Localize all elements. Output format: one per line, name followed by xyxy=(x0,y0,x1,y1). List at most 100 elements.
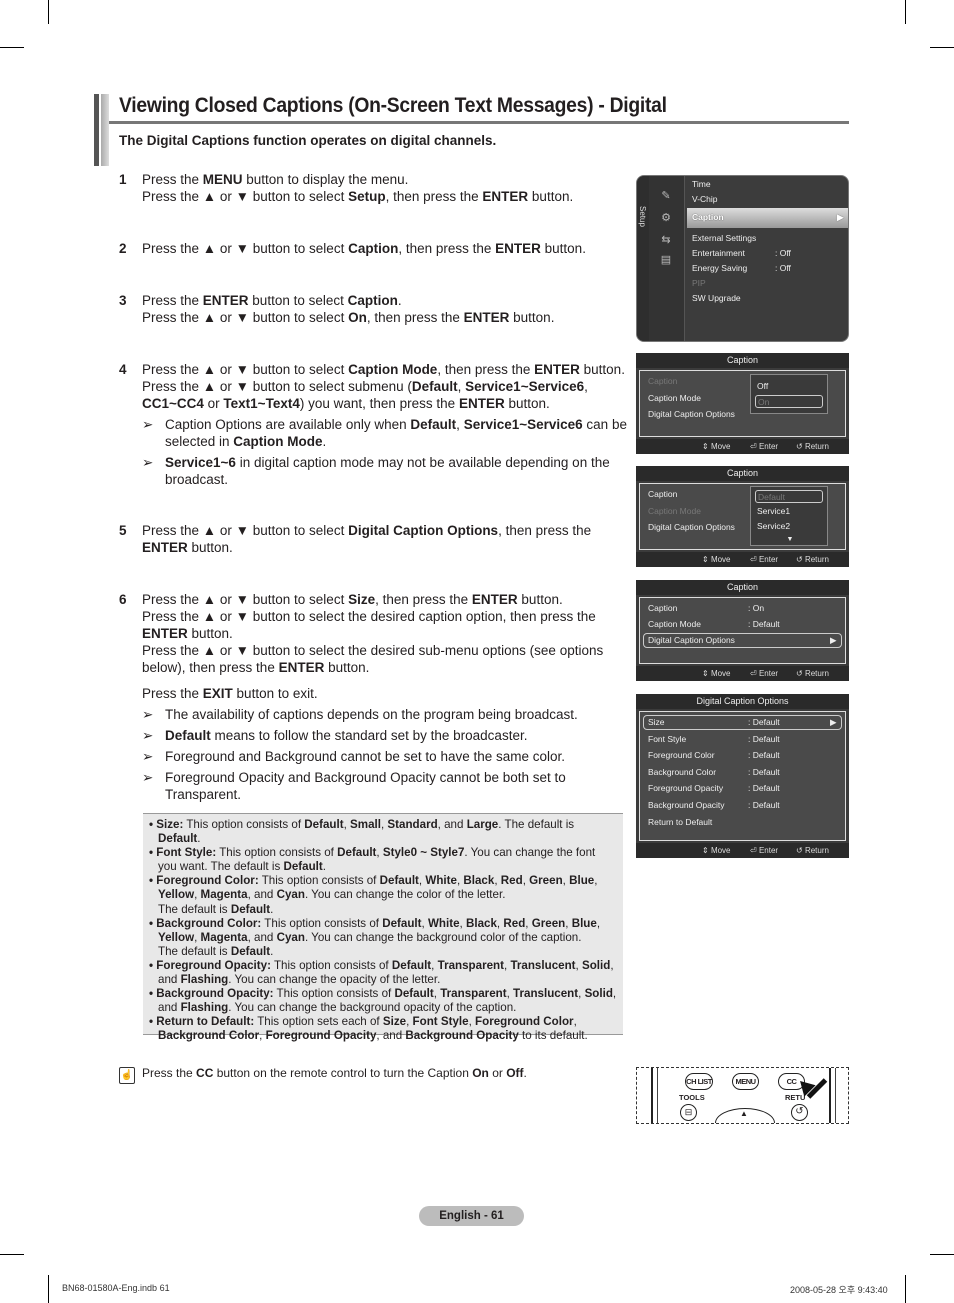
remote-hand-icon: ☝ xyxy=(119,1067,135,1084)
note: ➢ Default means to follow the standard se… xyxy=(142,728,528,743)
return-button[interactable]: ↺ xyxy=(791,1104,808,1121)
step-line: Press the ▲ or ▼ button to select the de… xyxy=(142,643,604,675)
step-line: Press the ▲ or ▼ button to select Captio… xyxy=(142,362,625,377)
step-body: Press the ▲ or ▼ button to select Digita… xyxy=(142,522,627,556)
osd-side-label: Setup xyxy=(638,206,647,227)
caption-options-box: • Size: This option consists of Default,… xyxy=(143,813,623,1042)
osd-panel: Caption Caption Mode Digital Caption Opt… xyxy=(639,483,846,550)
osd-footer: ⇕ Move ⏎ Enter ↺ Return xyxy=(636,843,849,858)
remote-edge xyxy=(829,1068,831,1123)
menu-button[interactable]: MENU xyxy=(732,1073,759,1090)
note: ➢ The availability of captions depends on… xyxy=(142,707,578,722)
osd-popup: Default Service1 Service2 ▼ xyxy=(750,486,828,546)
note-arrow-icon: ➢ xyxy=(142,749,154,764)
osd-menu-item: Entertainment: Off xyxy=(692,248,791,258)
osd-caption-menu-3: Caption Caption: On Caption Mode: Defaul… xyxy=(636,580,849,681)
osd-row: Size: Default ▶ xyxy=(648,717,837,727)
note: ➢ Foreground Opacity and Background Opaci… xyxy=(142,770,566,802)
title-rule xyxy=(109,121,849,124)
step-line: Press the ▲ or ▼ button to select Captio… xyxy=(142,241,586,256)
title-accent-bar xyxy=(101,94,109,166)
osd-return-hint: ↺ Return xyxy=(796,846,829,855)
file-name: BN68-01580A-Eng.indb 61 xyxy=(62,1283,170,1293)
tools-button[interactable]: ⊟ xyxy=(680,1104,697,1121)
popup-option-selected: On xyxy=(755,395,823,408)
osd-menu-item: External Settings xyxy=(692,233,757,243)
osd-row: Foreground Opacity: Default xyxy=(648,783,780,794)
crop-mark xyxy=(48,1275,49,1303)
option-description: • Size: This option consists of Default,… xyxy=(149,818,575,846)
osd-title: Digital Caption Options xyxy=(636,694,849,709)
scroll-down-icon: ▼ xyxy=(786,536,794,543)
note-arrow-icon: ➢ xyxy=(142,728,154,743)
popup-option-selected: Default xyxy=(755,490,823,503)
osd-menu-item: Caption ▶ xyxy=(692,212,844,222)
option-description: • Background Opacity: This option consis… xyxy=(149,987,617,1015)
osd-row: Background Opacity: Default xyxy=(648,800,780,810)
osd-row: Caption: On xyxy=(648,603,765,613)
osd-return-hint: ↺ Return xyxy=(796,555,829,564)
print-timestamp: 2008-05-28 오후 9:43:40 xyxy=(790,1285,888,1295)
osd-row: Background Color: Default xyxy=(648,766,780,777)
osd-row: Caption xyxy=(648,489,678,499)
crop-mark xyxy=(0,47,24,48)
osd-title: Caption xyxy=(636,466,849,481)
page-title: Viewing Closed Captions (On-Screen Text … xyxy=(119,94,667,117)
step-number: 3 xyxy=(119,293,127,308)
osd-digital-caption-options: Digital Caption Options Size: Default ▶ Fo… xyxy=(636,694,849,858)
remote-edge xyxy=(651,1068,653,1123)
picture-icon: ✎ xyxy=(661,190,671,202)
page-number: English - 61 xyxy=(419,1206,524,1226)
osd-footer: ⇕ Move ⏎ Enter ↺ Return xyxy=(636,439,849,454)
step-number: 4 xyxy=(119,362,127,377)
gear-icon: ⚙ xyxy=(661,212,671,224)
popup-option: Off xyxy=(757,381,769,391)
popup-option: Service1 xyxy=(757,506,791,516)
step-body: Press the ▲ or ▼ button to select Captio… xyxy=(142,361,627,488)
osd-row: Caption Mode xyxy=(648,393,701,403)
osd-enter-hint: ⏎ Enter xyxy=(750,442,779,451)
option-description: • Background Color: This option consists… xyxy=(149,916,601,958)
osd-move-hint: ⇕ Move xyxy=(702,555,731,564)
osd-row: Return to Default xyxy=(648,816,713,827)
osd-row: Digital Caption Options xyxy=(648,522,735,532)
osd-side-tab xyxy=(637,176,649,341)
ch-list-button[interactable]: CH LIST xyxy=(685,1073,713,1090)
osd-title: Caption xyxy=(636,580,849,595)
option-description: • Font Style: This option consists of De… xyxy=(149,846,596,874)
osd-title: Caption xyxy=(636,353,849,368)
osd-row: Font Style: Default xyxy=(648,733,780,744)
option-description: • Return to Default: This option sets ea… xyxy=(149,1015,588,1043)
tip-text: Press the CC button on the remote contro… xyxy=(142,1066,527,1080)
crop-mark xyxy=(905,0,906,24)
osd-menu-item: Time xyxy=(692,179,711,189)
step-body: Press the ▲ or ▼ button to select Captio… xyxy=(142,240,627,257)
step-line: Press the ▲ or ▼ button to select On, th… xyxy=(142,310,555,325)
osd-menu-item: V-Chip xyxy=(692,194,718,204)
osd-caption-menu-2: Caption Caption Caption Mode Digital Cap… xyxy=(636,466,849,567)
osd-move-hint: ⇕ Move xyxy=(702,846,731,855)
step-body: Press the ▲ or ▼ button to select Size, … xyxy=(142,591,627,803)
osd-footer: ⇕ Move ⏎ Enter ↺ Return xyxy=(636,666,849,681)
step-body: Press the ENTER button to select Caption… xyxy=(142,292,627,326)
crop-mark xyxy=(0,1254,24,1255)
step-number: 5 xyxy=(119,523,127,538)
step-text: Press the ▲ or ▼ button to select Size, … xyxy=(142,591,627,676)
step-notes: ➢ Caption Options are available only when… xyxy=(142,416,627,488)
page-subtitle: The Digital Captions function operates o… xyxy=(119,133,497,148)
title-accent-bar xyxy=(94,94,99,166)
osd-row: Caption Mode: Default xyxy=(648,619,780,629)
osd-caption-menu-1: Caption Caption Caption Mode Digital Cap… xyxy=(636,353,849,454)
osd-row: Foreground Color: Default xyxy=(648,750,780,761)
step-line: Press the ▲ or ▼ button to select Digita… xyxy=(142,523,592,555)
crop-mark xyxy=(905,1275,906,1303)
note: ➢ Foreground and Background cannot be set… xyxy=(142,749,566,764)
osd-panel: Caption Caption Mode Digital Caption Opt… xyxy=(639,370,846,437)
osd-enter-hint: ⏎ Enter xyxy=(750,846,779,855)
note-arrow-icon: ➢ xyxy=(142,455,154,470)
step-notes: ➢ The availability of captions depends on… xyxy=(142,706,627,803)
osd-menu-item: PIP xyxy=(692,278,706,288)
step-line: Press the ▲ or ▼ button to select Size, … xyxy=(142,592,563,607)
osd-enter-hint: ⏎ Enter xyxy=(750,669,779,678)
application-icon: ▤ xyxy=(660,254,672,266)
